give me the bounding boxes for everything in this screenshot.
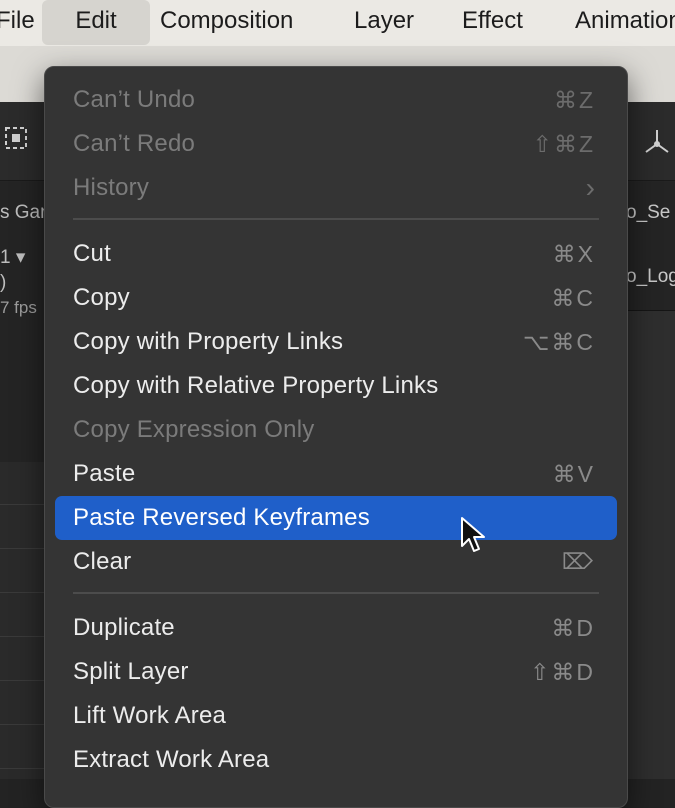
right-panel-edge: o_Se o_Log: [626, 182, 675, 779]
3d-axis-icon[interactable]: [640, 126, 674, 167]
mouse-pointer-icon: [461, 517, 485, 552]
menu-composition[interactable]: Composition: [160, 0, 293, 46]
shortcut-label: ⌘V: [552, 461, 595, 487]
menu-item-label: Clear: [73, 548, 132, 575]
shortcut-label: ⌘X: [552, 241, 595, 267]
menu-separator: [73, 218, 599, 220]
menu-item-clear[interactable]: Clear ⌦: [55, 540, 617, 584]
menu-item-label: Can’t Undo: [73, 86, 196, 113]
menu-item-split-layer[interactable]: Split Layer ⇧⌘D: [55, 650, 617, 694]
menu-separator: [73, 592, 599, 594]
menu-item-copy-relative-property-links[interactable]: Copy with Relative Property Links: [55, 364, 617, 408]
comp-size-fragment: 1 ▾: [0, 247, 26, 268]
menu-item-lift-work-area[interactable]: Lift Work Area: [55, 694, 617, 738]
menu-bar: File Edit Composition Layer Effect Anima…: [0, 0, 675, 46]
forward-delete-icon: ⌦: [561, 549, 595, 574]
menu-item-duplicate[interactable]: Duplicate ⌘D: [55, 606, 617, 650]
menu-item-history[interactable]: History ›: [55, 166, 617, 210]
menu-item-label: Extract Work Area: [73, 746, 270, 773]
menu-layer[interactable]: Layer: [354, 0, 414, 46]
project-panel-edge: s Gar 1 ▾ ) 7 fps: [0, 182, 48, 462]
menu-item-label: Copy with Relative Property Links: [73, 372, 439, 399]
shortcut-label: ⌘C: [551, 285, 595, 311]
menu-item-cut[interactable]: Cut ⌘X: [55, 232, 617, 276]
timeline-edge: [0, 462, 48, 779]
comp-fps-fragment: 7 fps: [0, 298, 37, 317]
menu-item-paste[interactable]: Paste ⌘V: [55, 452, 617, 496]
menu-item-paste-reversed-keyframes[interactable]: Paste Reversed Keyframes: [55, 496, 617, 540]
shortcut-label: ⌘D: [551, 615, 595, 641]
menu-edit[interactable]: Edit: [42, 0, 150, 45]
menu-item-label: Split Layer: [73, 658, 189, 685]
menu-item-extract-work-area[interactable]: Extract Work Area: [55, 738, 617, 782]
menu-item-label: Lift Work Area: [73, 702, 227, 729]
menu-file[interactable]: File: [0, 0, 35, 46]
edit-menu-dropdown: Can’t Undo ⌘Z Can’t Redo ⇧⌘Z History › C…: [44, 66, 628, 808]
menu-item-redo[interactable]: Can’t Redo ⇧⌘Z: [55, 122, 617, 166]
menu-item-label: History: [73, 174, 150, 201]
menu-item-label: Can’t Redo: [73, 130, 196, 157]
menu-item-label: Paste Reversed Keyframes: [73, 504, 370, 531]
menu-item-undo[interactable]: Can’t Undo ⌘Z: [55, 78, 617, 122]
menu-item-label: Copy Expression Only: [73, 416, 315, 443]
menu-item-label: Copy: [73, 284, 130, 311]
menu-item-label: Cut: [73, 240, 111, 267]
comp-paren-fragment: ): [0, 272, 7, 293]
shortcut-label: ⇧⌘Z: [532, 131, 595, 157]
submenu-chevron-icon: ›: [585, 172, 595, 203]
selection-box-icon[interactable]: [2, 124, 30, 159]
menu-item-label: Copy with Property Links: [73, 328, 344, 355]
menu-effect[interactable]: Effect: [462, 0, 523, 46]
comp-name-fragment: s Gar: [0, 202, 47, 223]
right-panel-header: o_Se o_Log: [626, 182, 675, 311]
shortcut-label: ⌘Z: [553, 87, 595, 113]
menu-item-copy[interactable]: Copy ⌘C: [55, 276, 617, 320]
shortcut-label: ⌥⌘C: [522, 329, 595, 355]
menu-item-label: Paste: [73, 460, 136, 487]
right-item-2[interactable]: o_Log: [626, 266, 675, 288]
right-item-1[interactable]: o_Se: [626, 202, 670, 224]
menu-item-copy-property-links[interactable]: Copy with Property Links ⌥⌘C: [55, 320, 617, 364]
menu-item-label: Duplicate: [73, 614, 175, 641]
menu-animation[interactable]: Animation: [575, 0, 675, 46]
menu-item-copy-expression-only[interactable]: Copy Expression Only: [55, 408, 617, 452]
shortcut-label: ⇧⌘D: [530, 659, 595, 685]
